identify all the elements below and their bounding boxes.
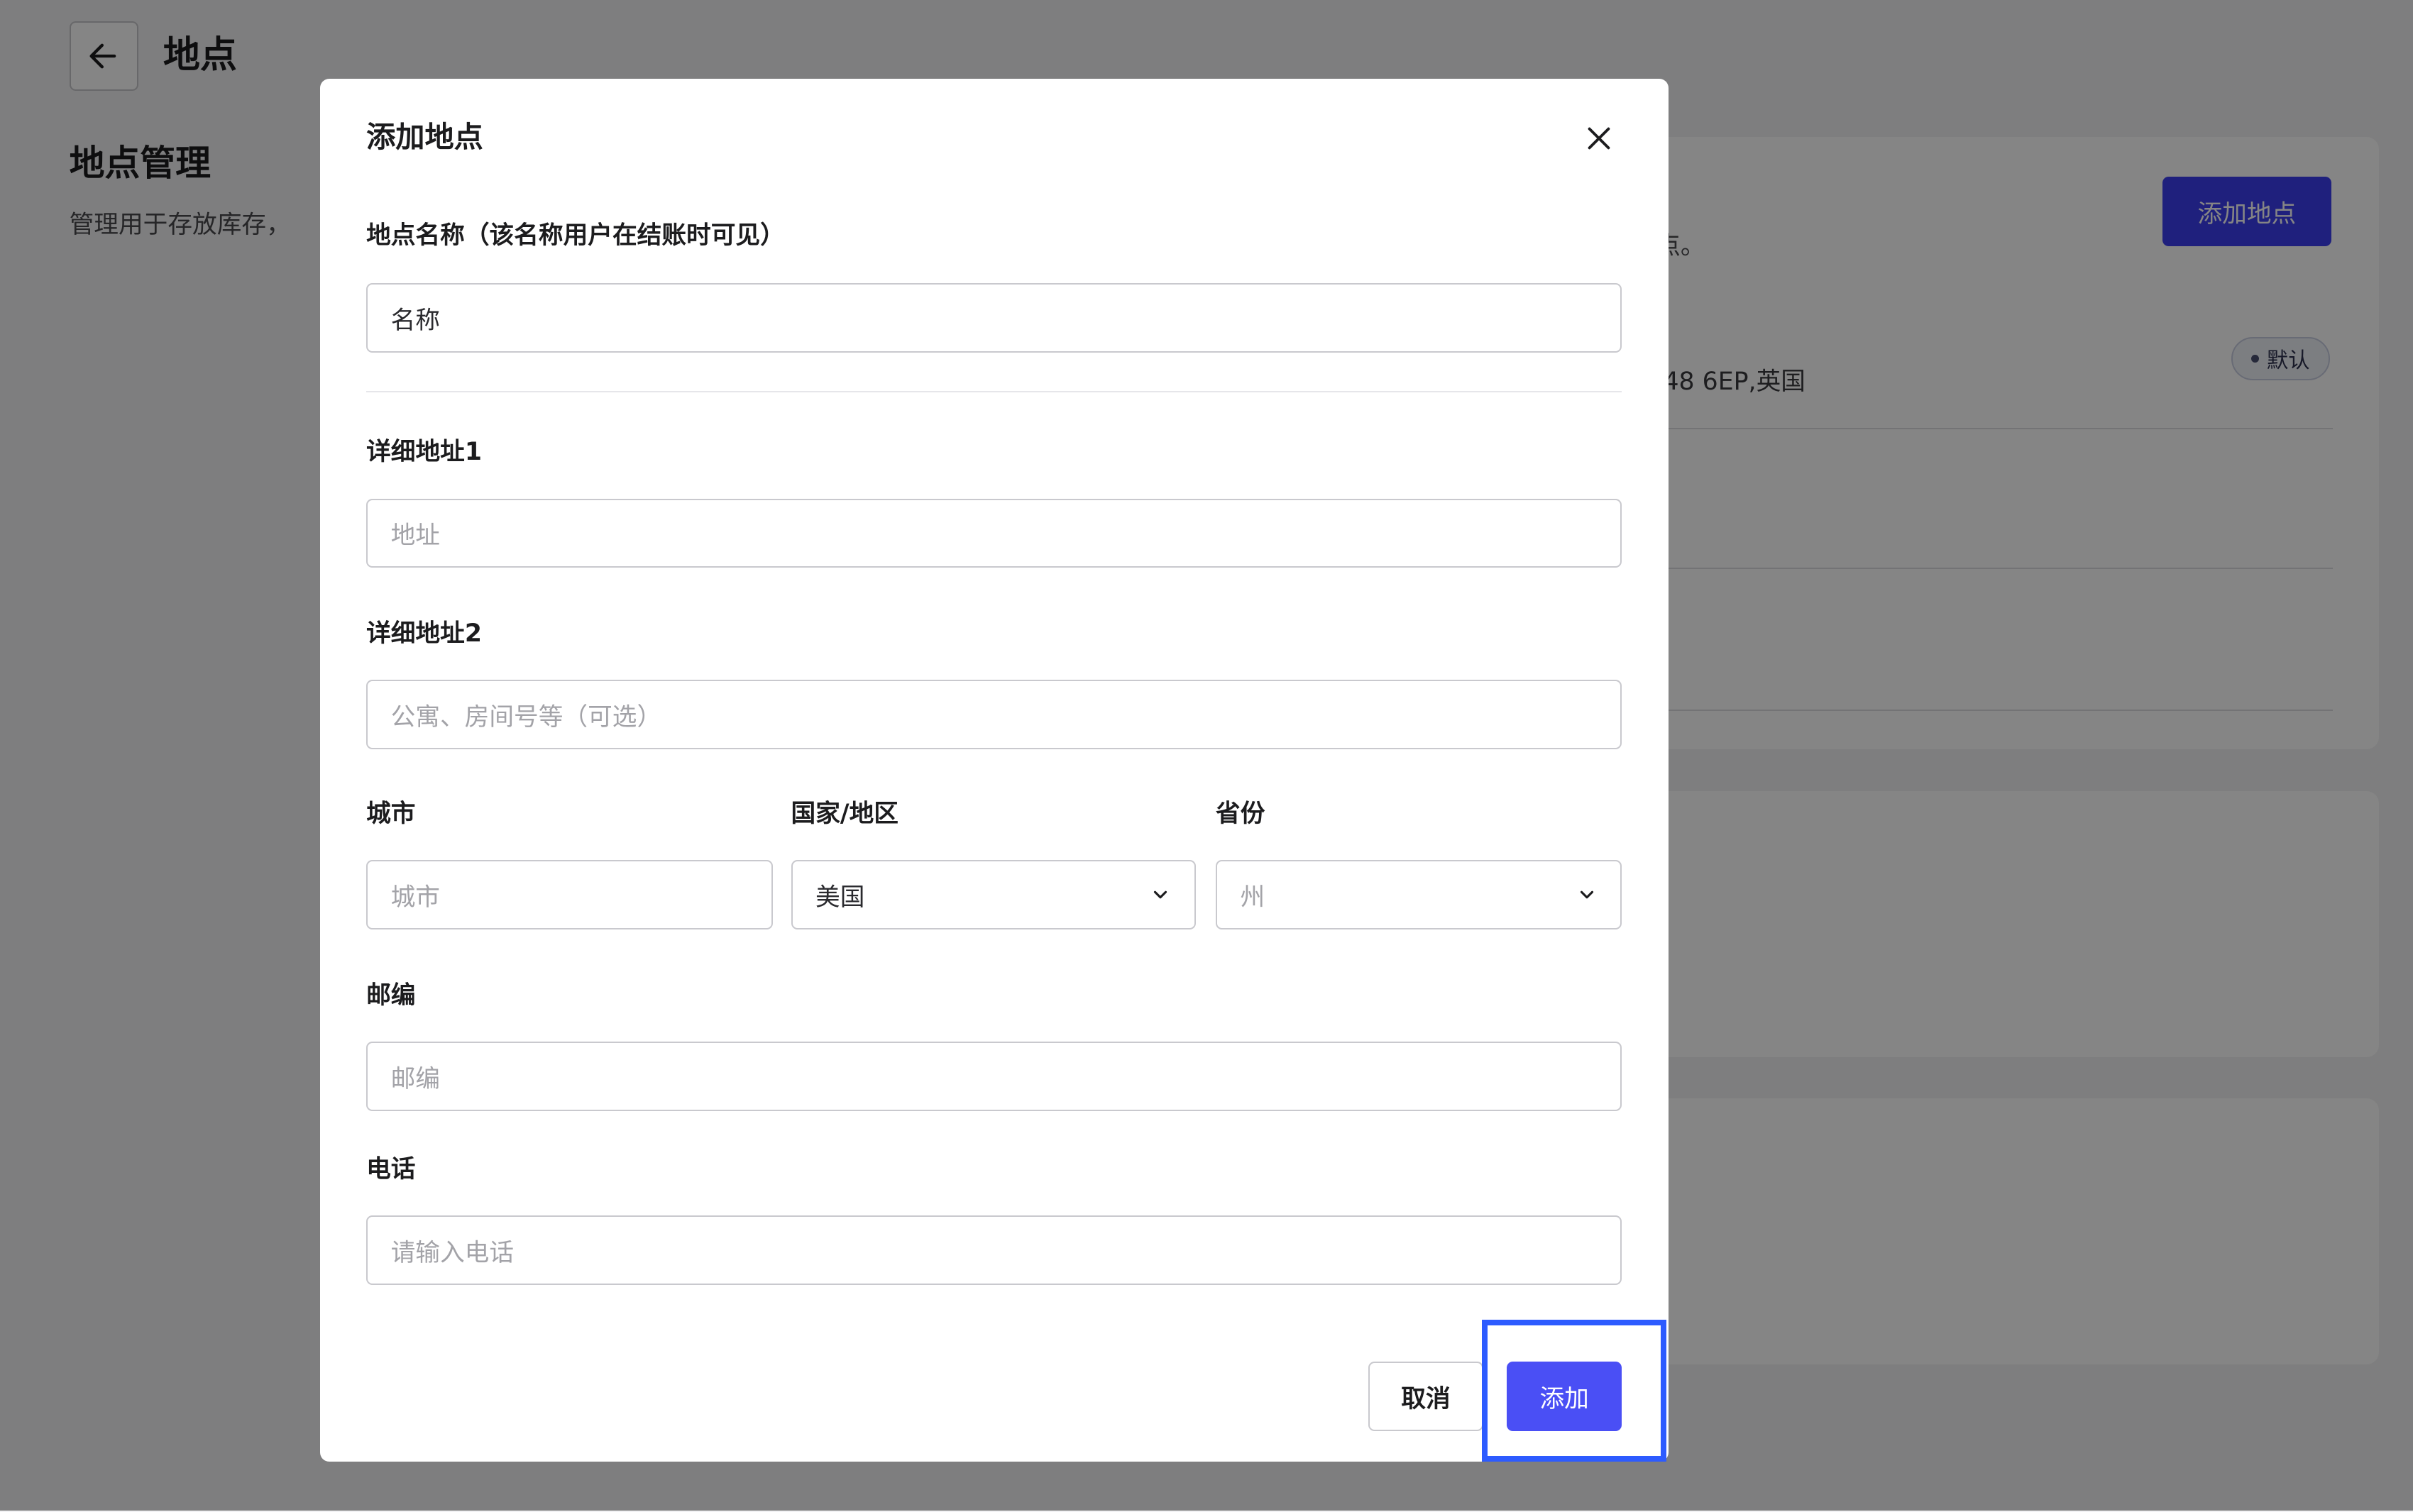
country-value: 美国 — [815, 883, 865, 912]
address2-placeholder: 公寓、房间号等（可选） — [390, 703, 662, 732]
phone-label: 电话 — [366, 1154, 416, 1183]
city-input[interactable]: 城市 — [366, 860, 773, 929]
zip-placeholder: 邮编 — [390, 1064, 440, 1093]
highlight-box — [1482, 1320, 1667, 1462]
cancel-button[interactable]: 取消 — [1368, 1362, 1484, 1431]
add-location-modal: 添加地点 地点名称（该名称用户在结账时可见） 名称 详细地址1 地址 详细地址2… — [320, 78, 1669, 1462]
zip-input[interactable]: 邮编 — [366, 1041, 1622, 1111]
city-placeholder: 城市 — [390, 883, 440, 912]
modal-title: 添加地点 — [366, 119, 483, 154]
chevron-down-icon — [1580, 890, 1594, 899]
state-select[interactable]: 州 — [1216, 860, 1622, 929]
location-name-input[interactable]: 名称 — [366, 282, 1622, 353]
close-button[interactable] — [1576, 116, 1622, 162]
phone-placeholder: 请输入电话 — [390, 1238, 515, 1267]
city-label: 城市 — [366, 800, 416, 829]
address1-input[interactable]: 地址 — [366, 498, 1622, 568]
close-icon — [1588, 127, 1610, 150]
address2-label: 详细地址2 — [366, 619, 482, 649]
chevron-down-icon — [1154, 890, 1167, 899]
state-label: 省份 — [1216, 800, 1265, 829]
name-label: 地点名称（该名称用户在结账时可见） — [366, 221, 785, 250]
state-placeholder: 州 — [1240, 883, 1265, 912]
zip-label: 邮编 — [366, 981, 416, 1010]
country-select[interactable]: 美国 — [791, 860, 1196, 929]
modal-divider — [366, 390, 1622, 392]
address1-label: 详细地址1 — [366, 438, 482, 467]
address1-placeholder: 地址 — [390, 522, 440, 551]
phone-input[interactable]: 请输入电话 — [366, 1215, 1622, 1285]
location-name-value: 名称 — [390, 306, 440, 335]
country-label: 国家/地区 — [791, 800, 898, 829]
address2-input[interactable]: 公寓、房间号等（可选） — [366, 680, 1622, 749]
